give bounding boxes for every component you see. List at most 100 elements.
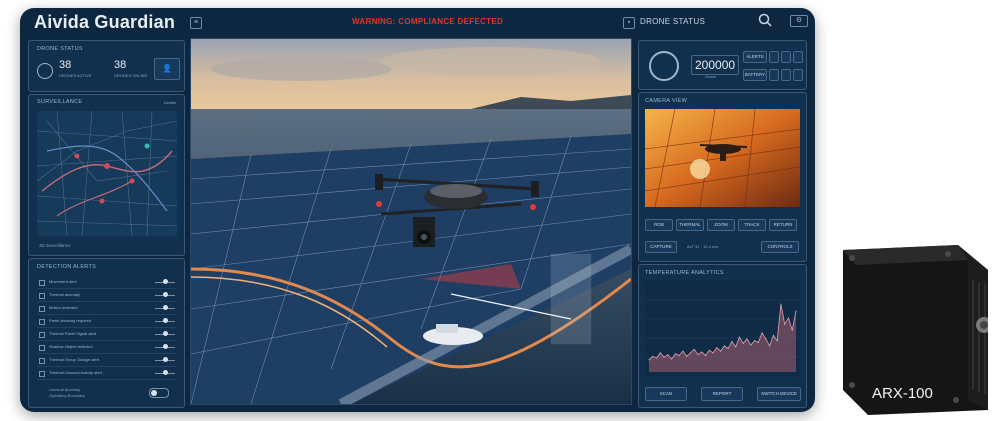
- alert-checkbox[interactable]: [39, 306, 45, 312]
- chart-point: [761, 332, 763, 334]
- chart-point: [772, 334, 774, 336]
- alert-checkbox[interactable]: [39, 280, 45, 286]
- alerts-title: DETECTION ALERTS: [37, 264, 97, 270]
- switch-device-button[interactable]: SWITCH DEVICE: [757, 387, 801, 401]
- alert-slider-knob[interactable]: [163, 370, 168, 375]
- camera-mode-button[interactable]: THERMAL: [676, 219, 704, 231]
- map-view[interactable]: [37, 111, 177, 236]
- alert-row[interactable]: Thermal Unusual Activity alert: [37, 368, 177, 380]
- alert-checkbox[interactable]: [39, 358, 45, 364]
- alert-slider-knob[interactable]: [163, 331, 168, 336]
- chart-point: [750, 344, 752, 346]
- chart-point: [659, 352, 661, 354]
- alert-checkbox[interactable]: [39, 371, 45, 377]
- alert-checkbox[interactable]: [39, 293, 45, 299]
- camera-mode-button[interactable]: RETURN: [769, 219, 797, 231]
- alerts-mini-button[interactable]: ALERTS: [743, 51, 767, 63]
- counter-label: Scans: [705, 74, 717, 79]
- alert-row[interactable]: Movement alert: [37, 277, 177, 289]
- map-footer: 3D Surveillance: [39, 243, 71, 248]
- alert-row[interactable]: Thermal anomaly: [37, 290, 177, 302]
- alert-checkbox[interactable]: [39, 319, 45, 325]
- chart-point: [757, 341, 759, 343]
- alerts-panel: DETECTION ALERTS Movement alert Thermal a…: [28, 258, 185, 408]
- app-title: Aivida Guardian: [34, 12, 176, 32]
- alert-row[interactable]: Thermal Group Outage alert: [37, 355, 177, 367]
- temperature-chart: [645, 281, 800, 376]
- chart-point: [720, 350, 722, 352]
- chart-point: [705, 354, 707, 356]
- alert-checkbox[interactable]: [39, 345, 45, 351]
- mini-toggle-4[interactable]: [769, 69, 779, 81]
- alert-checkbox[interactable]: [39, 332, 45, 338]
- chart-point: [656, 357, 658, 359]
- chart-point: [727, 348, 729, 350]
- alert-slider-knob[interactable]: [163, 318, 168, 323]
- alert-slider-knob[interactable]: [163, 279, 168, 284]
- user-button[interactable]: 👤: [154, 58, 180, 80]
- chart-point: [738, 336, 740, 338]
- capture-button[interactable]: CAPTURE: [645, 241, 677, 253]
- scan-button[interactable]: SCAN: [645, 387, 687, 401]
- alert-slider-knob[interactable]: [163, 305, 168, 310]
- alert-slider-knob[interactable]: [163, 344, 168, 349]
- chart-point: [776, 340, 778, 342]
- mini-toggle-1[interactable]: [769, 51, 779, 63]
- alert-row[interactable]: Motion detected: [37, 303, 177, 315]
- camera-mode-button[interactable]: RGB: [645, 219, 673, 231]
- camera-mode-button[interactable]: TRACK: [738, 219, 766, 231]
- chart-point: [693, 348, 695, 350]
- camera-mode-button[interactable]: ZOOM: [707, 219, 735, 231]
- map-details-link[interactable]: Details: [164, 100, 176, 105]
- camera-telemetry: ALT 31 · 12.4 m/s: [687, 244, 719, 249]
- chart-point: [742, 342, 744, 344]
- alert-slider-knob[interactable]: [163, 292, 168, 297]
- chart-point: [735, 346, 737, 348]
- drone-summary-title: DRONE STATUS: [37, 46, 83, 52]
- camera-title: CAMERA VIEW: [645, 98, 688, 104]
- live-drone-feed[interactable]: [190, 38, 632, 405]
- chart-point: [784, 323, 786, 325]
- chart-title: TEMPERATURE ANALYTICS: [645, 270, 724, 276]
- chart-point: [652, 355, 654, 357]
- settings-icon[interactable]: ⚙: [790, 15, 808, 27]
- chart-point: [787, 317, 789, 319]
- chart-point: [765, 338, 767, 340]
- scan-counter-panel: 200000 Scans ALERTS BATTERY: [638, 40, 807, 90]
- chart-point: [780, 303, 782, 305]
- chart-point: [716, 347, 718, 349]
- chart-point: [795, 310, 797, 312]
- alert-label: Shadow Object detected: [49, 344, 93, 349]
- chart-point: [667, 354, 669, 356]
- thermometer-icon: [649, 51, 679, 81]
- mini-toggle-6[interactable]: [793, 69, 803, 81]
- controls-button[interactable]: CONTROLS: [761, 241, 799, 253]
- mini-toggle-3[interactable]: [793, 51, 803, 63]
- menu-icon[interactable]: ≡: [190, 17, 202, 29]
- report-button[interactable]: REPORT: [701, 387, 743, 401]
- alerts-toggle[interactable]: [149, 388, 169, 398]
- alert-label: Motion detected: [49, 305, 78, 310]
- alerts-footer-line2: Operating Boundary: [49, 393, 85, 398]
- stat2-label: DRONES ONLINE: [114, 73, 148, 78]
- mini-toggle-5[interactable]: [781, 69, 791, 81]
- battery-mini-button[interactable]: BATTERY: [743, 69, 767, 81]
- alert-label: Thermal Group Outage alert: [49, 357, 100, 362]
- thermal-camera-view[interactable]: [645, 109, 800, 207]
- alert-row[interactable]: Panel cleaning required: [37, 316, 177, 328]
- chart-point: [682, 350, 684, 352]
- chart-point: [723, 345, 725, 347]
- alert-slider-knob[interactable]: [163, 357, 168, 362]
- mini-toggle-2[interactable]: [781, 51, 791, 63]
- alert-row[interactable]: Shadow Object detected: [37, 342, 177, 354]
- chart-point: [708, 349, 710, 351]
- map-panel: SURVEILLANCE Details 3D Surveillance: [28, 94, 185, 256]
- map-title: SURVEILLANCE: [37, 99, 83, 105]
- alert-row[interactable]: Thermal Panel Signal alert: [37, 329, 177, 341]
- drone-status-icon[interactable]: ▪: [623, 17, 635, 29]
- chart-point: [746, 338, 748, 340]
- location-icon: [37, 63, 53, 79]
- alerts-footer-line1: Unusual Anomaly: [49, 387, 81, 392]
- search-icon[interactable]: [758, 13, 772, 27]
- feed-image: [191, 39, 631, 404]
